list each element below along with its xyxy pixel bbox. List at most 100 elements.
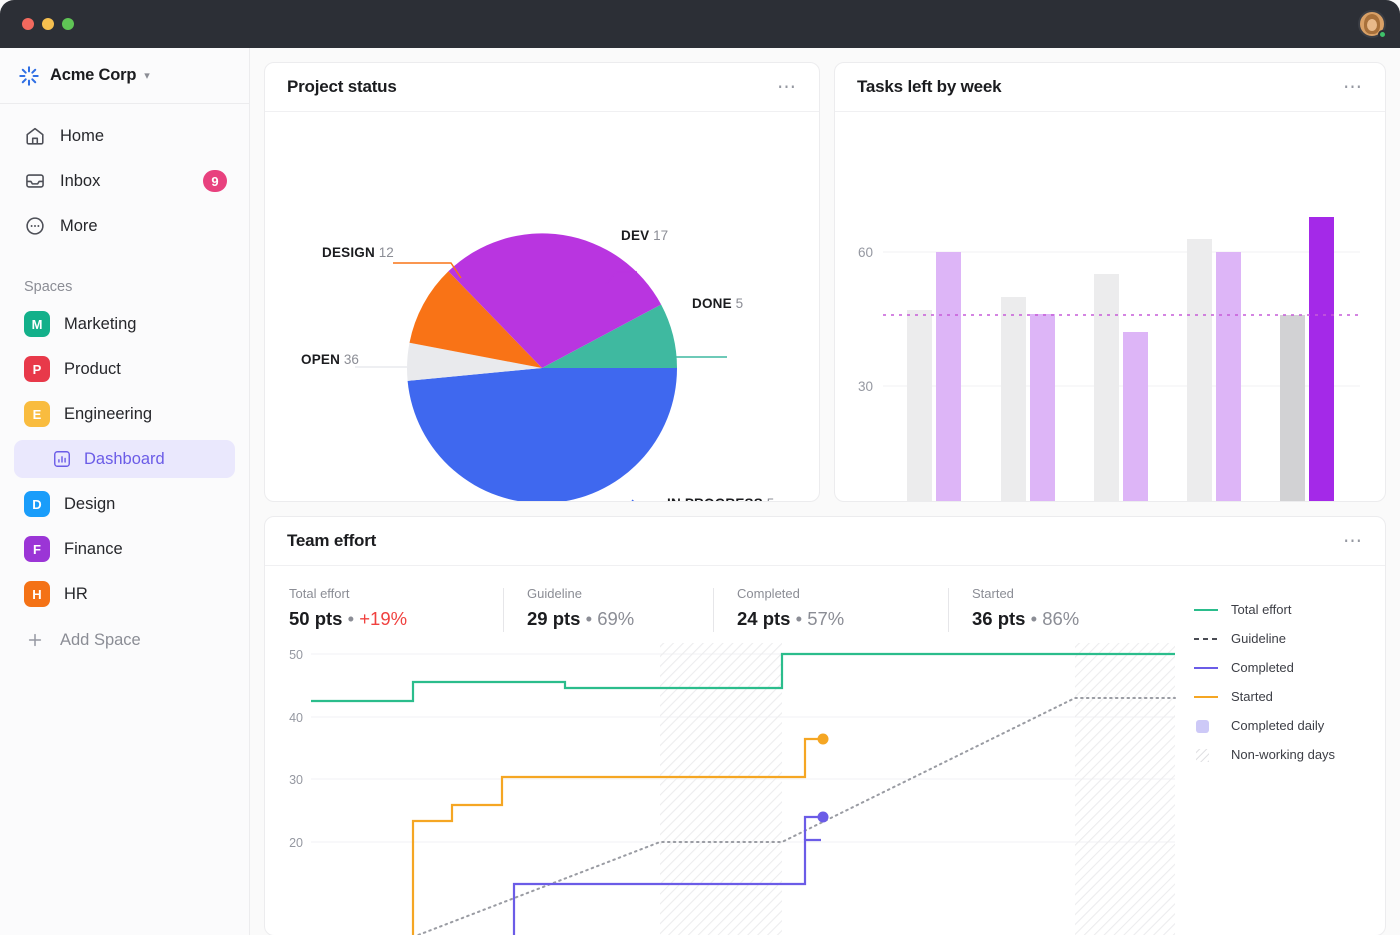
- series-started-endpoint: [818, 734, 829, 745]
- more-circle-icon: [24, 215, 46, 237]
- pie-chart: DEV 17 DONE 5 IN PROGRESS 5 OPEN 36 DESI…: [265, 112, 819, 501]
- space-label: Marketing: [64, 315, 136, 334]
- card-menu-button[interactable]: ⋯: [777, 78, 797, 97]
- card-title: Team effort: [287, 531, 376, 551]
- stat-label: Total effort: [289, 586, 527, 601]
- pie-label-dev: DEV 17: [621, 228, 668, 243]
- add-space-label: Add Space: [60, 631, 141, 650]
- bar-curr-w3: [1123, 332, 1148, 501]
- legend-label: Total effort: [1231, 602, 1291, 617]
- space-avatar: D: [24, 491, 50, 517]
- workspace-name: Acme Corp: [50, 66, 136, 85]
- team-effort-card: Team effort ⋯ Total effort 50 pts • +19%…: [264, 516, 1386, 935]
- workspace-switcher[interactable]: Acme Corp ▾: [0, 48, 249, 104]
- divider: [948, 588, 949, 632]
- stat-total-effort: Total effort 50 pts • +19%: [289, 586, 527, 630]
- sidebar-item-engineering[interactable]: E Engineering: [14, 395, 235, 433]
- minimize-window-button[interactable]: [42, 18, 54, 30]
- space-label: Product: [64, 360, 121, 379]
- divider: [713, 588, 714, 632]
- sidebar-item-hr[interactable]: H HR: [14, 575, 235, 613]
- svg-text:60: 60: [858, 245, 873, 260]
- avatar[interactable]: [1358, 10, 1386, 38]
- chevron-down-icon: ▾: [144, 69, 150, 82]
- y-axis-ticks: 50 40 30 20: [289, 648, 303, 850]
- sidebar-item-label: More: [60, 217, 98, 236]
- sidebar-item-dashboard[interactable]: Dashboard: [14, 440, 235, 478]
- non-working-band-2: [1075, 643, 1175, 935]
- bar-prev-w1: [907, 310, 932, 501]
- bar-chart: 60 30 0: [835, 112, 1386, 501]
- svg-text:40: 40: [289, 711, 303, 725]
- sidebar-item-more[interactable]: More: [14, 208, 235, 244]
- pie-label-design: DESIGN 12: [322, 245, 394, 260]
- non-working-band-1: [660, 643, 782, 935]
- bar-curr-w4: [1216, 252, 1241, 501]
- stat-value: 50 pts • +19%: [289, 608, 527, 630]
- svg-text:30: 30: [289, 773, 303, 787]
- stat-started: Started 36 pts • 86%: [972, 586, 1192, 630]
- space-label: HR: [64, 585, 88, 604]
- close-window-button[interactable]: [22, 18, 34, 30]
- maximize-window-button[interactable]: [62, 18, 74, 30]
- legend-item-total-effort[interactable]: Total effort: [1193, 595, 1363, 624]
- card-menu-button[interactable]: ⋯: [1343, 78, 1363, 97]
- stat-value: 29 pts • 69%: [527, 608, 737, 630]
- card-header: Project status ⋯: [265, 63, 819, 112]
- space-avatar: F: [24, 536, 50, 562]
- bar-curr-w2: [1030, 314, 1055, 501]
- pie-label-done: DONE 5: [692, 296, 743, 311]
- card-header: Team effort ⋯: [265, 517, 1385, 566]
- sidebar-item-label: Inbox: [60, 172, 100, 191]
- bar-prev-w2: [1001, 297, 1026, 501]
- primary-nav: Home Inbox 9: [0, 104, 249, 244]
- window-titlebar: [0, 0, 1400, 48]
- series-guideline: [413, 698, 1175, 935]
- sidebar-item-home[interactable]: Home: [14, 118, 235, 154]
- divider: [503, 588, 504, 632]
- legend-line-icon: [1193, 603, 1219, 617]
- app-window: Acme Corp ▾ Home: [0, 0, 1400, 935]
- plus-icon: [24, 629, 46, 651]
- project-status-card: Project status ⋯: [264, 62, 820, 502]
- stat-value: 36 pts • 86%: [972, 608, 1192, 630]
- card-menu-button[interactable]: ⋯: [1343, 532, 1363, 551]
- sidebar-item-design[interactable]: D Design: [14, 485, 235, 523]
- sidebar-item-finance[interactable]: F Finance: [14, 530, 235, 568]
- pie-label-in-progress: IN PROGRESS 5: [667, 496, 774, 502]
- svg-text:50: 50: [289, 648, 303, 662]
- sidebar-item-product[interactable]: P Product: [14, 350, 235, 388]
- bar-prev-w4: [1187, 239, 1212, 501]
- sidebar-item-inbox[interactable]: Inbox 9: [14, 163, 235, 199]
- home-icon: [24, 125, 46, 147]
- bar-prev-w3: [1094, 274, 1119, 501]
- stat-label: Started: [972, 586, 1192, 601]
- card-header: Tasks left by week ⋯: [835, 63, 1385, 112]
- y-axis-ticks: 60 30 0: [858, 245, 873, 501]
- space-avatar: H: [24, 581, 50, 607]
- spaces-header: Spaces: [0, 253, 249, 305]
- burnup-chart: 50 40 30 20: [265, 635, 1386, 935]
- stat-value: 24 pts • 57%: [737, 608, 972, 630]
- status-badge: [1378, 30, 1387, 39]
- bar-chart-svg: 60 30 0: [835, 112, 1386, 501]
- stat-label: Completed: [737, 586, 972, 601]
- stat-completed: Completed 24 pts • 57%: [737, 586, 972, 630]
- sidebar-item-marketing[interactable]: M Marketing: [14, 305, 235, 343]
- bar-prev-w5: [1280, 315, 1305, 501]
- burnup-chart-svg: 50 40 30 20: [265, 635, 1386, 935]
- svg-text:30: 30: [858, 379, 873, 394]
- page-title: Project status: [287, 77, 397, 97]
- sidebar-item-label: Home: [60, 127, 104, 146]
- stat-guideline: Guideline 29 pts • 69%: [527, 586, 737, 630]
- add-space-button[interactable]: Add Space: [14, 621, 235, 659]
- inbox-badge: 9: [203, 170, 227, 192]
- bar-curr-w5: [1309, 217, 1334, 501]
- space-avatar: M: [24, 311, 50, 337]
- space-label: Finance: [64, 540, 123, 559]
- sidebar: Acme Corp ▾ Home: [0, 48, 250, 935]
- pie-label-open: OPEN 36: [301, 352, 359, 367]
- space-avatar: E: [24, 401, 50, 427]
- acme-logo-icon: [18, 65, 40, 87]
- space-label: Engineering: [64, 405, 152, 424]
